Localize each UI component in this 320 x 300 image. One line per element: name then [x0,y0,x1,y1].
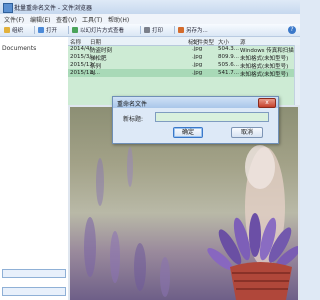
menu-help[interactable]: 帮助(H) [108,15,129,24]
save-as-button[interactable]: 另存为... [178,26,208,34]
app-icon [3,3,13,13]
help-icon[interactable]: ? [288,26,296,34]
menu-file[interactable]: 文件(F) [4,15,24,24]
window-title: 批量重命名文件 - 文件浏览器 [14,5,92,12]
cancel-button[interactable]: 取消 [231,127,263,138]
toolbar-divider [174,26,175,34]
file-size: 505.6... [218,62,239,68]
table-row-selected[interactable]: 2015/11/... dj .jpg 541.7... 未知格式(未知型号) [68,69,300,78]
title-bar: 批量重命名文件 - 文件浏览器 [0,0,300,14]
nav-pane-slider[interactable] [2,287,66,296]
organize-button[interactable]: 组织 [4,26,23,34]
file-list: 名称 日期 标记 文件类型 大小 源 2014/4/... 防盗时刻 .jpg … [68,37,300,105]
navigation-pane: Documents [0,37,69,300]
open-button[interactable]: 打开 [38,26,57,34]
menu-edit[interactable]: 编辑(E) [30,15,50,24]
slideshow-label: 以幻灯片方式查看 [80,28,125,34]
file-size: 809.9... [218,54,239,60]
open-icon [38,27,44,33]
nav-item-documents[interactable]: Documents [2,45,36,52]
slideshow-icon [72,27,78,33]
open-label: 打开 [46,28,58,34]
toolbar-divider [140,26,141,34]
dialog-title-bar[interactable]: 重命名文件 x [113,97,278,108]
toolbar-divider [68,26,69,34]
file-type: .jpg [192,70,203,76]
print-button[interactable]: 打印 [144,26,163,34]
save-as-icon [178,27,184,33]
file-source: 未知格式(未知型号) [240,72,289,78]
table-row[interactable]: 2015/12/... 系列 .jpg 505.6... 未知格式(未知型号) [68,61,300,70]
close-icon[interactable]: x [258,98,276,108]
toolbar-divider [34,26,35,34]
print-icon [144,27,150,33]
toolbar: 组织 打开 以幻灯片方式查看 打印 另存为... ? [0,24,300,37]
file-size: 504.3... [218,46,239,52]
new-title-label: 新标题: [123,116,144,123]
rename-dialog: 重命名文件 x 新标题: 确定 取消 [112,96,279,144]
new-title-input[interactable] [155,112,269,122]
file-tag: dj [90,70,96,76]
file-type: .jpg [192,54,203,60]
file-list-scrollbar[interactable] [294,45,300,105]
table-row[interactable]: 2015/3/... 梯松肥 .jpg 809.9... 未知格式(未知型号) [68,53,300,62]
table-row[interactable]: 2014/4/... 防盗时刻 .jpg 504.3... Windows 传真… [68,45,300,54]
print-label: 打印 [152,28,164,34]
save-as-label: 另存为... [186,28,208,34]
menu-view[interactable]: 查看(V) [56,15,77,24]
file-type: .jpg [192,46,203,52]
menu-tools[interactable]: 工具(T) [82,15,102,24]
ok-button[interactable]: 确定 [173,127,203,138]
dialog-title: 重命名文件 [117,101,148,108]
nav-pane-slider[interactable] [2,269,66,278]
organize-icon [4,27,10,33]
slideshow-button[interactable]: 以幻灯片方式查看 [72,26,124,34]
file-size: 541.7... [218,70,239,76]
file-type: .jpg [192,62,203,68]
organize-label: 组织 [12,28,24,34]
